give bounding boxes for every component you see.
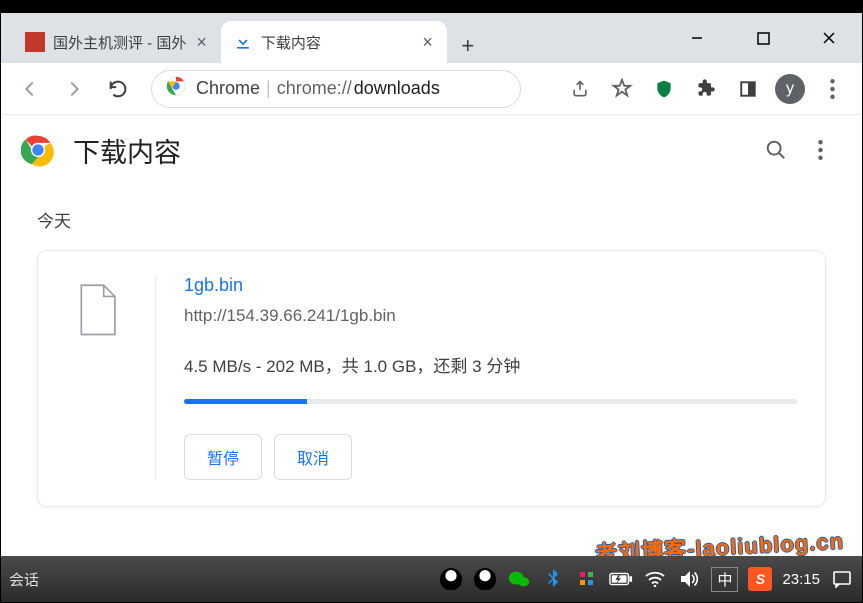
bluetooth-icon[interactable] (541, 567, 565, 591)
file-thumbnail (38, 275, 156, 480)
url-text: Chrome | chrome://downloads (196, 78, 440, 99)
wechat-icon[interactable] (507, 567, 531, 591)
page-header: 下载内容 (1, 115, 862, 185)
reload-button[interactable] (99, 70, 137, 108)
qq-icon[interactable] (473, 567, 497, 591)
tab-active[interactable]: 下载内容 × (221, 21, 447, 63)
reading-list-icon[interactable] (728, 70, 768, 108)
pause-button[interactable]: 暂停 (184, 434, 262, 480)
taskbar: 会话 中 S 23:15 (1, 556, 862, 602)
forward-button[interactable] (55, 70, 93, 108)
wifi-icon[interactable] (643, 567, 667, 591)
window-controls (664, 13, 862, 63)
more-button[interactable] (798, 128, 842, 172)
minimize-button[interactable] (664, 13, 730, 63)
page-title: 下载内容 (73, 131, 754, 170)
back-button[interactable] (11, 70, 49, 108)
download-item: 1gb.bin http://154.39.66.241/1gb.bin 4.5… (37, 250, 826, 507)
browser-toolbar: Chrome | chrome://downloads y (1, 63, 862, 115)
cancel-button[interactable]: 取消 (274, 434, 352, 480)
window-titlebar (1, 1, 862, 13)
download-filename[interactable]: 1gb.bin (184, 275, 797, 296)
close-icon[interactable]: × (420, 30, 435, 55)
ime-indicator[interactable]: 中 (711, 567, 738, 592)
share-button[interactable] (560, 70, 600, 108)
menu-button[interactable] (812, 70, 852, 108)
new-tab-button[interactable]: + (451, 29, 485, 63)
taskbar-clock[interactable]: 23:15 (782, 571, 820, 588)
site-info-icon[interactable] (166, 76, 186, 101)
download-url: http://154.39.66.241/1gb.bin (184, 306, 797, 326)
maximize-button[interactable] (730, 13, 796, 63)
tab-strip: 国外主机测评 - 国外 × 下载内容 × + (1, 13, 862, 63)
app-tray-icon[interactable] (575, 567, 599, 591)
close-icon[interactable]: × (194, 30, 209, 55)
tab-inactive[interactable]: 国外主机测评 - 国外 × (13, 21, 221, 63)
progress-track (184, 399, 797, 404)
chrome-logo-icon (21, 133, 55, 167)
download-icon (233, 32, 253, 52)
address-bar[interactable]: Chrome | chrome://downloads (151, 70, 521, 108)
downloads-page: 下载内容 今天 1gb.bin http://154.39.66.241/1gb… (1, 115, 862, 556)
download-status: 4.5 MB/s - 202 MB，共 1.0 GB，还剩 3 分钟 (184, 352, 797, 377)
section-label: 今天 (1, 185, 862, 250)
file-icon (74, 283, 120, 339)
window-close-button[interactable] (796, 13, 862, 63)
search-button[interactable] (754, 128, 798, 172)
volume-icon[interactable] (677, 567, 701, 591)
progress-bar (184, 399, 307, 404)
profile-avatar[interactable]: y (770, 70, 810, 108)
notifications-icon[interactable] (830, 567, 854, 591)
tab-title: 下载内容 (261, 32, 412, 53)
battery-icon[interactable] (609, 567, 633, 591)
tab-title: 国外主机测评 - 国外 (53, 32, 186, 53)
taskbar-app[interactable]: 会话 (9, 569, 39, 590)
tab-favicon (25, 32, 45, 52)
bookmark-button[interactable] (602, 70, 642, 108)
sogou-icon[interactable]: S (748, 567, 772, 591)
shield-icon[interactable] (644, 70, 684, 108)
qq-icon[interactable] (439, 567, 463, 591)
extensions-button[interactable] (686, 70, 726, 108)
